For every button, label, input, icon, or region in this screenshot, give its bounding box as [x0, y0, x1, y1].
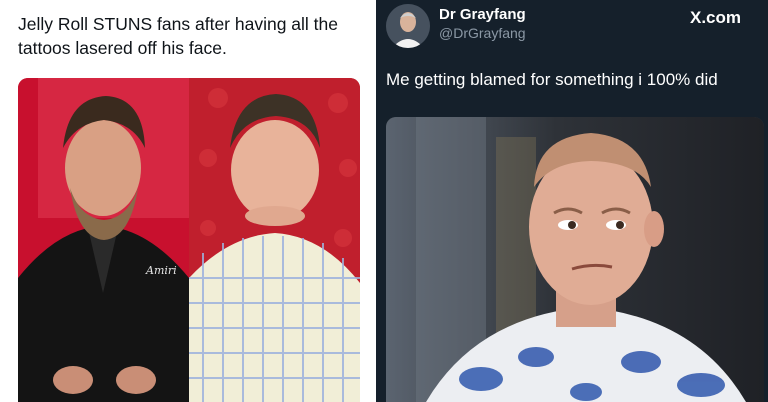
- author-name[interactable]: Dr Grayfang: [439, 6, 526, 23]
- left-post-panel: Jelly Roll STUNS fans after having all t…: [0, 0, 376, 402]
- avatar-image: [386, 4, 430, 48]
- jacket-text: Amiri: [145, 264, 177, 277]
- x-logo: X.com: [690, 8, 742, 27]
- author-handle[interactable]: @DrGrayfang: [439, 25, 526, 41]
- tweet-text: Me getting blamed for something i 100% d…: [386, 70, 718, 89]
- avatar[interactable]: [386, 4, 430, 48]
- post-photo-comparison[interactable]: Amiri: [18, 78, 360, 402]
- post-caption: Jelly Roll STUNS fans after having all t…: [18, 14, 338, 58]
- comparison-photo-illustration: Amiri: [18, 78, 360, 402]
- tweet-photo[interactable]: [386, 117, 764, 402]
- tweet-photo-illustration: [386, 117, 764, 402]
